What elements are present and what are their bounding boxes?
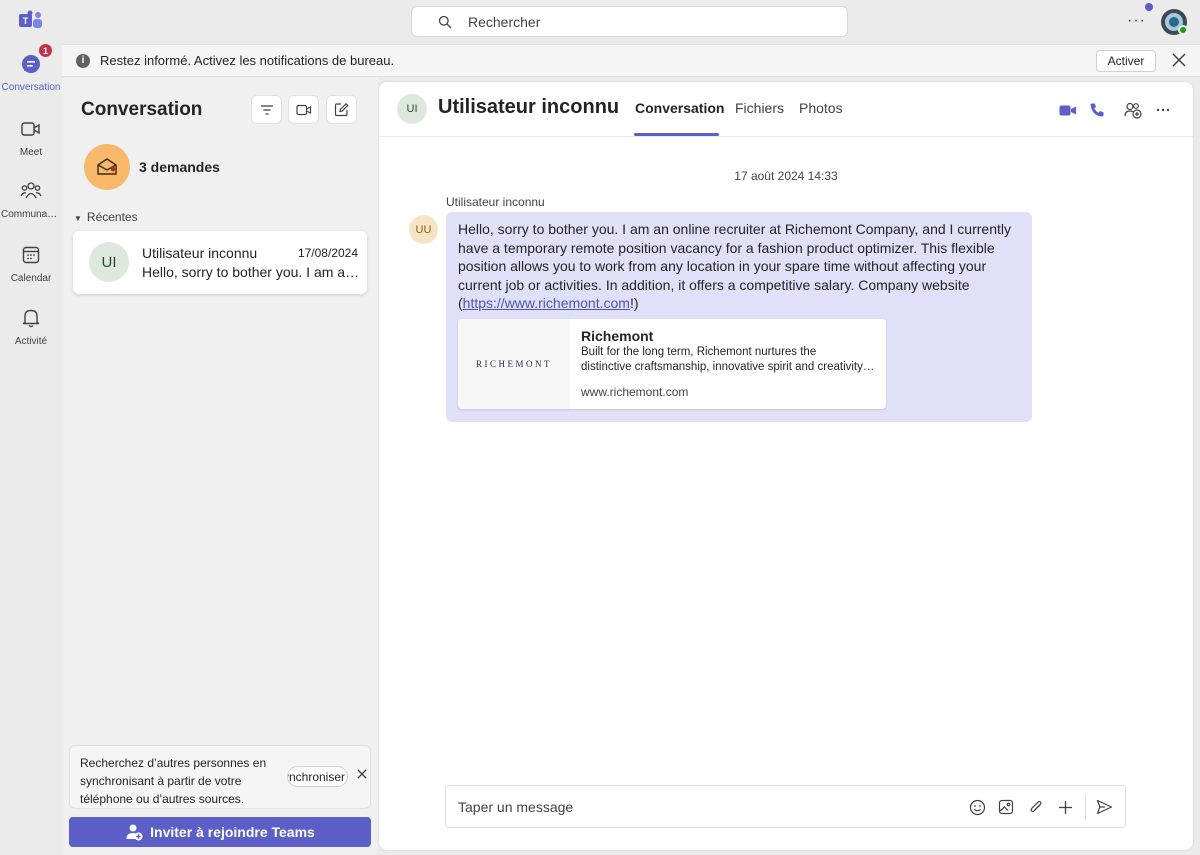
search-icon [438, 15, 452, 28]
rail-item-communities[interactable]: Communautés [0, 173, 62, 231]
link-preview-desc-line: Built for the long term, Richemont nurtu… [581, 346, 817, 358]
avatar: UI [397, 94, 427, 124]
link-preview-domain: www.richemont.com [581, 385, 689, 399]
divider [1085, 795, 1086, 819]
notification-dot [1145, 3, 1153, 11]
compose-placeholder: Taper un message [458, 799, 574, 815]
rail-label: Meet [19, 147, 43, 158]
rail-label: Activité [14, 336, 48, 347]
sync-text: Recherchez d’autres personnes en synchro… [80, 756, 267, 806]
recent-section-header[interactable]: ▼ Récentes [74, 210, 138, 224]
chat-panel: UI Utilisateur inconnu Conversation Fich… [379, 82, 1193, 850]
video-call-icon[interactable] [1058, 100, 1078, 120]
people-group-icon [19, 179, 43, 203]
link-preview-desc-line: distinctive craftsmanship, innovative sp… [581, 361, 876, 373]
tab-photos[interactable]: Photos [799, 100, 843, 116]
rail-item-meet[interactable]: Meet [0, 111, 62, 169]
pane-title: Conversation [81, 99, 203, 120]
message-compose-box[interactable]: Taper un message [445, 785, 1126, 828]
search-input[interactable]: Rechercher [411, 6, 848, 37]
send-icon[interactable] [1094, 797, 1114, 817]
rail-label: Calendar [10, 273, 52, 284]
add-people-icon[interactable] [1123, 100, 1143, 120]
rail-label: Conversation [1, 82, 61, 93]
image-icon[interactable] [996, 797, 1016, 817]
banner-text: Restez informé. Activez les notification… [100, 53, 395, 68]
message-body-end: !) [629, 295, 639, 312]
calendar-icon [19, 243, 43, 267]
chat-title: Utilisateur inconnu [438, 96, 620, 118]
richemont-logo: RICHEMONT [476, 359, 552, 369]
message-timestamp: 17 août 2024 14:33 [734, 169, 838, 183]
invite-label: Inviter à rejoindre Teams [150, 824, 315, 840]
requests-label: 3 demandes [139, 159, 220, 175]
compose-icon [334, 102, 349, 117]
sync-button[interactable]: Synchroniser [287, 766, 348, 787]
video-camera-icon [19, 117, 43, 141]
unread-badge: 1 [38, 43, 53, 58]
add-icon[interactable] [1055, 797, 1075, 817]
message-text: Hello, sorry to bother you. I am an onli… [458, 220, 1018, 313]
link-preview-title: Richemont [581, 328, 654, 344]
link-preview-image: RICHEMONT [458, 319, 570, 409]
avatar: UI [89, 242, 129, 282]
sync-contacts-prompt: Recherchez d’autres personnes en synchro… [69, 745, 371, 809]
notification-banner: i Restez informé. Activez les notificati… [62, 44, 1200, 77]
rail-item-calendar[interactable]: Calendar [0, 237, 62, 295]
message-requests[interactable]: 3 demandes [84, 144, 220, 190]
emoji-icon[interactable] [967, 797, 987, 817]
filter-icon [260, 104, 273, 115]
chat-item-preview: Hello, sorry to bother you. I am an onli… [142, 264, 360, 280]
chat-item-name: Utilisateur inconnu [142, 245, 258, 261]
new-chat-button[interactable] [326, 95, 357, 124]
website-link[interactable]: https://www.richemont.com [463, 295, 630, 311]
svg-text:T: T [23, 16, 29, 26]
recent-label: Récentes [86, 210, 138, 224]
search-placeholder: Rechercher [468, 13, 541, 30]
link-preview-card[interactable]: RICHEMONT Richemont Built for the long t… [458, 319, 886, 409]
close-icon[interactable] [356, 768, 368, 780]
more-options-icon[interactable]: ··· [1127, 12, 1146, 30]
close-icon[interactable] [1170, 51, 1188, 69]
teams-logo-icon[interactable]: T [19, 10, 43, 32]
tab-files[interactable]: Fichiers [735, 100, 784, 116]
video-camera-icon [295, 104, 311, 115]
tab-conversation[interactable]: Conversation [635, 100, 724, 116]
message-bubble[interactable]: Hello, sorry to bother you. I am an onli… [446, 212, 1032, 422]
presence-available-icon [1178, 25, 1188, 35]
active-tab-indicator [634, 133, 719, 136]
rail-item-activity[interactable]: Activité [0, 300, 62, 358]
audio-call-icon[interactable] [1087, 100, 1107, 120]
rail-item-conversation[interactable]: 1 Conversation [0, 43, 62, 104]
filter-button[interactable] [251, 95, 282, 124]
info-icon: i [76, 53, 90, 68]
message-sender: Utilisateur inconnu [446, 195, 545, 209]
rail-label: Communautés [1, 209, 61, 220]
chat-icon: 1 [19, 43, 53, 76]
envelope-person-icon [84, 144, 130, 190]
invite-to-teams-button[interactable]: Inviter à rejoindre Teams [69, 817, 371, 847]
caret-down-icon: ▼ [74, 214, 82, 223]
person-add-icon [126, 824, 143, 841]
chat-list-item[interactable]: UI Utilisateur inconnu 17/08/2024 Hello,… [73, 231, 367, 294]
more-options-icon[interactable] [1153, 100, 1173, 120]
avatar: UU [409, 215, 438, 244]
link-preview-description: Built for the long term, Richemont nurtu… [581, 345, 876, 375]
meet-now-button[interactable] [288, 95, 319, 124]
attach-icon[interactable] [1026, 797, 1046, 817]
bell-icon [19, 306, 43, 330]
chat-item-date: 17/08/2024 [297, 246, 358, 260]
enable-notifications-button[interactable]: Activer [1096, 50, 1156, 72]
chat-header: UI Utilisateur inconnu Conversation Fich… [379, 82, 1193, 137]
chat-list-pane: Conversation 3 demandes ▼ Récentes UI Uti… [62, 78, 378, 855]
app-rail: T 1 Conversation Meet Communautés Calend… [0, 0, 62, 855]
